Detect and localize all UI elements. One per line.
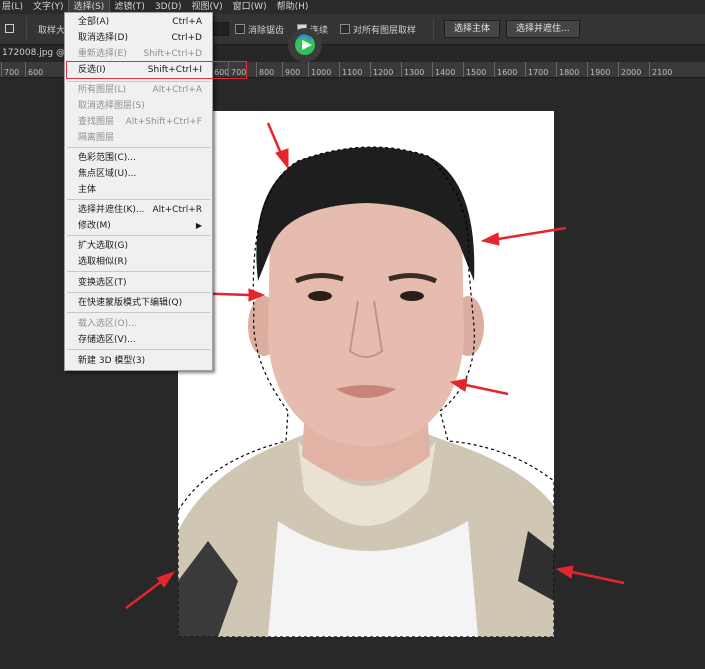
menu-item-quick-mask[interactable]: 在快速蒙版模式下编辑(Q) <box>78 295 206 311</box>
arrow-bottom-right <box>555 565 625 585</box>
menu-item-modify[interactable]: 修改(M) ▶ <box>78 218 206 234</box>
menu-item-color-range[interactable]: 色彩范围(C)... <box>78 150 206 166</box>
menu-item-deselect[interactable]: 取消选择(D) Ctrl+D <box>78 30 206 46</box>
menu-item-all-layers: 所有图层(L) Alt+Ctrl+A <box>78 85 202 95</box>
menu-item-subject[interactable]: 主体 <box>78 182 206 198</box>
arrow-right-neck <box>449 378 509 396</box>
arrow-bottom-left <box>125 571 176 609</box>
arrow-right-upper <box>480 226 567 246</box>
menu-item-load-selection: 载入选区(O)... <box>78 319 137 329</box>
menu-item-grow[interactable]: 扩大选取(G) <box>78 238 206 254</box>
menu-item-isolate-layers: 隔离图层 <box>78 133 115 143</box>
menu-separator <box>67 271 210 272</box>
inverse-highlight-box <box>66 61 247 79</box>
menu-item-similar[interactable]: 选取相似(R) <box>78 254 206 270</box>
menu-item-find-layers: 查找图层 Alt+Shift+Ctrl+F <box>78 117 202 127</box>
menu-item-focus-area[interactable]: 焦点区域(U)... <box>78 166 206 182</box>
menu-separator <box>67 312 210 313</box>
menu-separator <box>67 147 210 148</box>
menu-item-deselect-layers: 取消选择图层(S) <box>78 101 145 111</box>
triangle-right-icon: ▶ <box>195 221 202 230</box>
arrow-top <box>266 122 289 170</box>
menu-item-select-and-mask[interactable]: 选择并遮住(K)... Alt+Ctrl+R <box>78 202 206 218</box>
play-logo-icon[interactable] <box>288 28 322 62</box>
menu-item-reselect: 重新选择(E) Shift+Ctrl+D <box>78 49 202 59</box>
menu-separator <box>67 349 210 350</box>
menu-separator <box>67 199 210 200</box>
menu-separator <box>67 235 210 236</box>
menu-item-all[interactable]: 全部(A) Ctrl+A <box>78 14 206 30</box>
menu-item-transform-selection[interactable]: 变换选区(T) <box>78 275 206 291</box>
select-menu-dropdown: 全部(A) Ctrl+A 取消选择(D) Ctrl+D 重新选择(E) Shift+C… <box>64 12 247 371</box>
menu-separator <box>67 292 210 293</box>
menu-item-new-3d-model[interactable]: 新建 3D 模型(3) <box>78 353 206 369</box>
menu-item-save-selection[interactable]: 存储选区(V)... <box>78 332 206 348</box>
